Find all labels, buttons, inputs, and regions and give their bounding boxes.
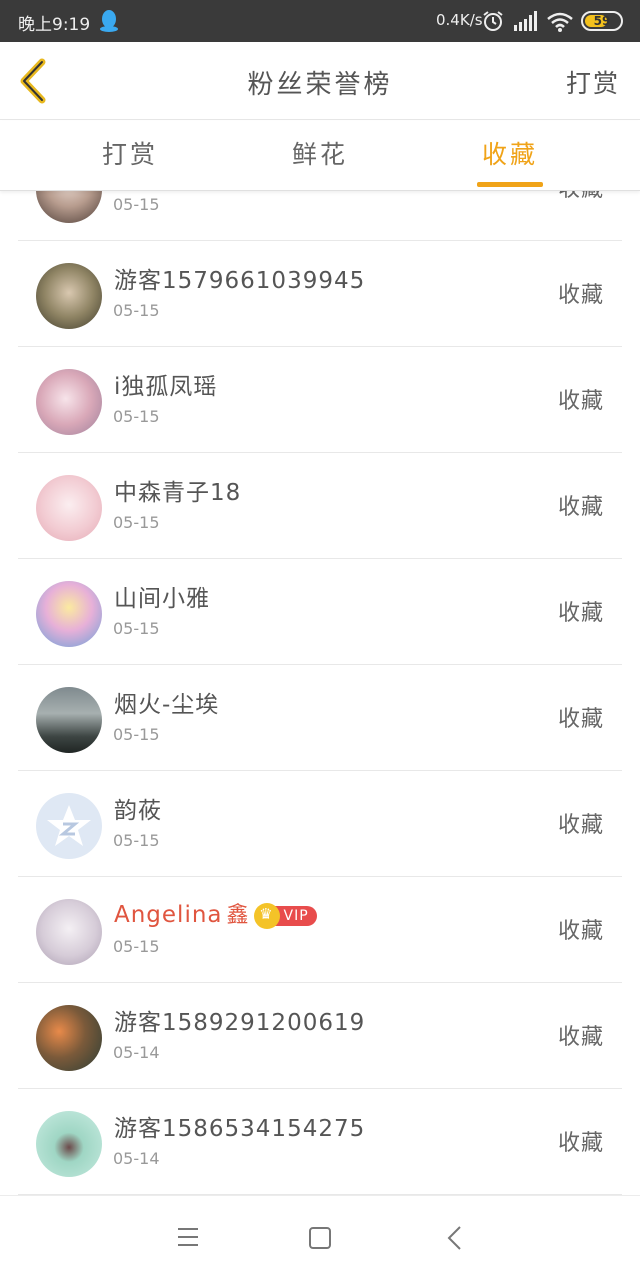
avatar[interactable] <box>36 899 102 965</box>
system-nav-bar <box>0 1195 640 1280</box>
item-date: 05-15 <box>113 937 160 956</box>
item-action: 收藏 <box>557 389 604 414</box>
item-name: 游客1579661039945 <box>114 268 366 294</box>
item-name: 韵莜 <box>114 798 162 824</box>
item-date: 05-15 <box>113 619 160 638</box>
wifi-icon <box>547 12 573 32</box>
item-action: 收藏 <box>557 813 604 838</box>
fan-list[interactable]: 05-15 收藏 游客1579661039945 05-15 收藏 i独孤凤瑶 … <box>0 191 640 1195</box>
avatar[interactable] <box>36 581 102 647</box>
avatar[interactable] <box>36 263 102 329</box>
item-action: 收藏 <box>557 919 604 944</box>
tab-label: 打赏 <box>101 140 158 169</box>
menu-icon[interactable] <box>176 1226 200 1248</box>
avatar[interactable] <box>36 687 102 753</box>
avatar[interactable] <box>36 369 102 435</box>
default-avatar-star-icon <box>47 805 91 846</box>
signal-icon <box>514 11 537 31</box>
item-name: 中森青子18 <box>114 480 242 506</box>
tab-label: 收藏 <box>481 140 538 169</box>
item-name: 游客1586534154275 <box>114 1116 366 1142</box>
page-title: 粉丝荣誉榜 <box>247 70 393 100</box>
item-name: 烟火-尘埃 <box>114 692 220 718</box>
avatar[interactable] <box>36 1005 102 1071</box>
alarm-icon <box>483 11 503 31</box>
tab-flowers[interactable]: 鲜花 <box>260 121 380 191</box>
tab-favorites[interactable]: 收藏 <box>450 121 570 191</box>
avatar[interactable] <box>36 1111 102 1177</box>
list-item[interactable]: 05-15 收藏 <box>18 191 622 241</box>
avatar[interactable] <box>36 191 102 223</box>
status-time: 晚上9:19 <box>18 15 91 35</box>
item-date: 05-14 <box>113 1043 160 1062</box>
item-name: Angelina <box>114 902 223 928</box>
item-action: 收藏 <box>557 601 604 626</box>
tab-bar: 打赏 鲜花 收藏 <box>0 121 640 191</box>
list-item[interactable]: 山间小雅 05-15 收藏 <box>18 559 622 665</box>
active-tab-indicator <box>477 182 543 187</box>
item-name-row: Angelina鑫 VIP <box>114 897 317 929</box>
list-item[interactable]: 游客1589291200619 05-14 收藏 <box>18 983 622 1089</box>
item-date: 05-15 <box>113 513 160 532</box>
list-item[interactable]: 韵莜 05-15 收藏 <box>18 771 622 877</box>
item-name: 山间小雅 <box>114 586 210 612</box>
item-name: 游客1589291200619 <box>114 1010 366 1036</box>
avatar[interactable] <box>36 475 102 541</box>
list-item[interactable]: 中森青子18 05-15 收藏 <box>18 453 622 559</box>
status-bar: 晚上9:19 0.4K/s 59 <box>0 0 640 42</box>
back-triangle-icon[interactable] <box>444 1224 464 1252</box>
avatar[interactable] <box>36 793 102 859</box>
item-action: 收藏 <box>557 283 604 308</box>
name-suffix: 鑫 <box>226 903 250 928</box>
home-square-icon[interactable] <box>309 1227 331 1249</box>
vip-label: VIP <box>273 905 317 926</box>
battery-icon: 59 <box>581 11 623 31</box>
item-date: 05-15 <box>113 195 160 214</box>
battery-level: 59 <box>593 14 611 28</box>
item-date: 05-14 <box>113 1149 160 1168</box>
item-date: 05-15 <box>113 831 160 850</box>
list-item[interactable]: Angelina鑫 VIP 05-15 收藏 <box>18 877 622 983</box>
item-action: 收藏 <box>557 707 604 732</box>
item-date: 05-15 <box>113 301 160 320</box>
list-item[interactable]: 游客1586534154275 05-14 收藏 <box>18 1089 622 1195</box>
item-action: 收藏 <box>557 495 604 520</box>
item-date: 05-15 <box>113 407 160 426</box>
list-item[interactable]: 烟火-尘埃 05-15 收藏 <box>18 665 622 771</box>
tab-reward[interactable]: 打赏 <box>70 121 190 191</box>
item-action: 收藏 <box>558 191 604 203</box>
list-item[interactable]: 游客1579661039945 05-15 收藏 <box>18 241 622 347</box>
list-item[interactable]: i独孤凤瑶 05-15 收藏 <box>18 347 622 453</box>
item-name: i独孤凤瑶 <box>114 374 218 400</box>
qq-icon <box>100 10 118 32</box>
header: 粉丝荣誉榜 打赏 <box>0 42 640 120</box>
crown-icon <box>253 902 280 929</box>
tab-label: 鲜花 <box>291 140 348 169</box>
item-action: 收藏 <box>557 1131 604 1156</box>
item-date: 05-15 <box>113 725 160 744</box>
reward-button[interactable]: 打赏 <box>566 64 620 100</box>
item-action: 收藏 <box>557 1025 604 1050</box>
vip-badge: VIP <box>253 902 317 929</box>
net-speed: 0.4K/s <box>436 11 483 29</box>
